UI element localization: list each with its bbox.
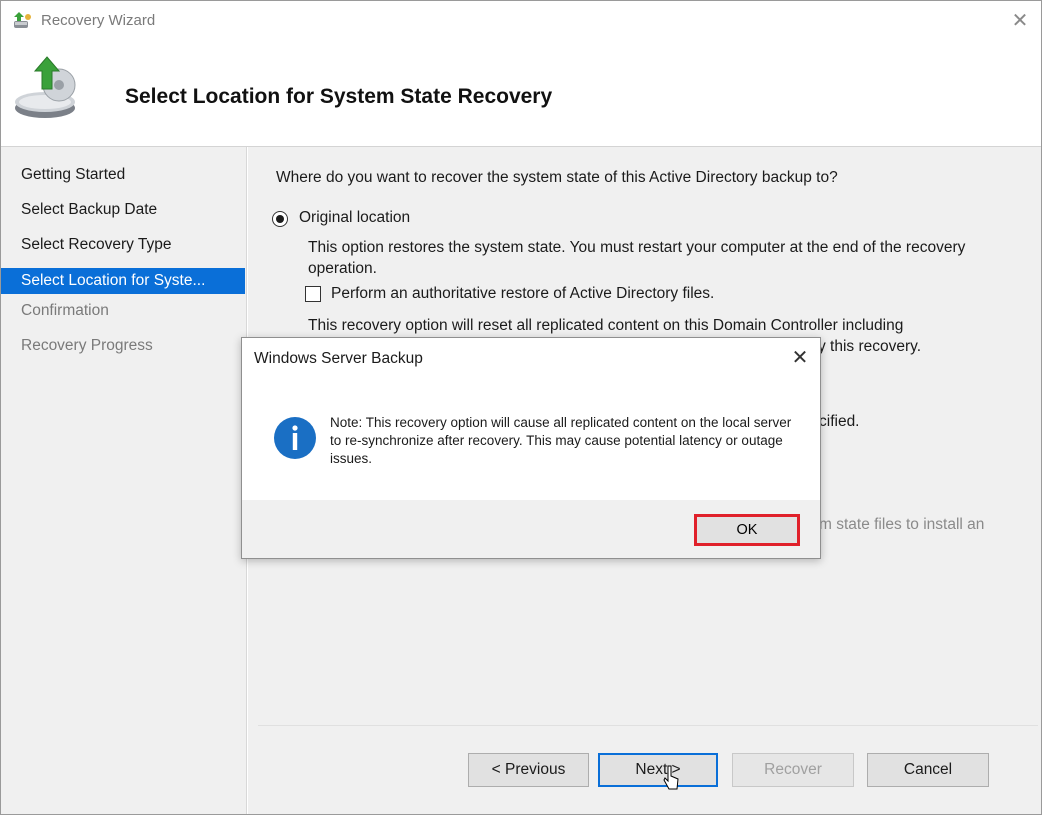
obscured-option-fragment: m state files to install an [819, 516, 985, 533]
dialog-footer: OK [242, 500, 820, 558]
original-location-label[interactable]: Original location [299, 209, 410, 227]
sidebar-item-confirmation: Confirmation [21, 302, 109, 319]
authoritative-description-line1: This recovery option will reset all repl… [308, 317, 904, 334]
sidebar-item-select-backup-date[interactable]: Select Backup Date [1, 197, 245, 223]
windows-server-backup-dialog: Windows Server Backup ✕ Note: This recov… [241, 337, 821, 559]
page-title: Select Location for System State Recover… [125, 85, 553, 108]
title-bar: Recovery Wizard ✕ [1, 1, 1041, 43]
mouse-cursor-icon [663, 765, 679, 790]
footer-divider [258, 725, 1038, 726]
recovery-wizard-window: Recovery Wizard ✕ Select Location for Sy… [0, 0, 1042, 815]
location-question: Where do you want to recover the system … [276, 169, 838, 186]
sidebar-item-select-location[interactable]: Select Location for Syste... [1, 268, 245, 294]
recover-button: Recover [732, 753, 854, 787]
obscured-text-fragment: cified. [819, 413, 860, 430]
window-close-icon[interactable]: ✕ [1007, 9, 1033, 35]
authoritative-restore-label[interactable]: Perform an authoritative restore of Acti… [331, 285, 714, 303]
sidebar-item-select-recovery-type[interactable]: Select Recovery Type [1, 232, 245, 258]
previous-button[interactable]: < Previous [468, 753, 589, 787]
dialog-close-icon[interactable]: ✕ [787, 346, 813, 372]
original-location-description: This option restores the system state. Y… [308, 239, 966, 277]
dialog-title: Windows Server Backup [254, 350, 423, 367]
sidebar-item-recovery-progress: Recovery Progress [21, 337, 153, 354]
disk-recovery-icon [15, 56, 76, 118]
window-title: Recovery Wizard [41, 12, 156, 29]
wizard-steps-sidebar: Getting Started Select Backup Date Selec… [1, 147, 247, 814]
sidebar-item-getting-started[interactable]: Getting Started [1, 162, 245, 188]
authoritative-restore-checkbox[interactable] [305, 286, 321, 302]
original-location-radio[interactable] [272, 211, 288, 227]
info-icon [274, 417, 316, 459]
dialog-message: Note: This recovery option will cause al… [330, 415, 792, 466]
dialog-ok-button[interactable]: OK [696, 516, 798, 544]
cancel-button[interactable]: Cancel [867, 753, 989, 787]
next-button[interactable]: Next > [598, 753, 718, 787]
wizard-app-icon [14, 12, 31, 28]
